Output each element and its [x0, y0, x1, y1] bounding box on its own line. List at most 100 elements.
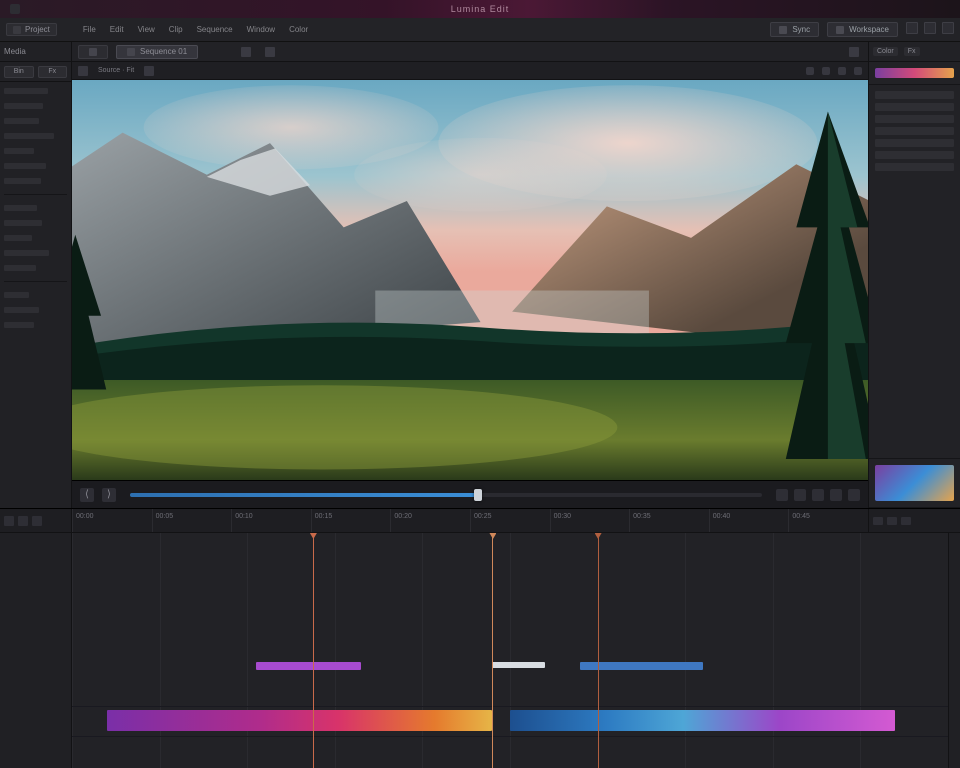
look-gradient[interactable] — [875, 68, 954, 78]
scrub-handle[interactable] — [474, 489, 482, 501]
prev-frame-button[interactable] — [776, 489, 788, 501]
close-icon[interactable] — [942, 22, 954, 34]
slider-tint[interactable] — [875, 139, 954, 147]
menu-color[interactable]: Color — [289, 25, 308, 34]
title-bar[interactable]: Lumina Edit — [0, 0, 960, 18]
list-item[interactable] — [4, 233, 67, 243]
sync-button[interactable]: Sync — [770, 22, 819, 37]
menu-clip[interactable]: Clip — [169, 25, 183, 34]
media-panel-title: Media — [4, 47, 26, 56]
menu-edit[interactable]: Edit — [110, 25, 124, 34]
workspace-button[interactable]: Workspace — [827, 22, 898, 37]
slider-shadows[interactable] — [875, 163, 954, 171]
project-tab[interactable]: Project — [6, 23, 57, 36]
viewer-mode-icon[interactable] — [78, 66, 88, 76]
list-item[interactable] — [4, 203, 67, 213]
clip-video-1[interactable] — [107, 710, 492, 731]
menu-window[interactable]: Window — [247, 25, 275, 34]
out-icon: ⟩ — [107, 489, 111, 500]
minimize-icon[interactable] — [906, 22, 918, 34]
timeline-tools — [0, 509, 72, 532]
media-tab-fx[interactable]: Fx — [38, 66, 68, 78]
slider-saturation[interactable] — [875, 115, 954, 123]
select-tool-icon[interactable] — [4, 516, 14, 526]
grid-icon[interactable] — [854, 67, 862, 75]
list-item[interactable] — [4, 305, 67, 315]
inspector-tab-color[interactable]: Color — [873, 47, 898, 56]
tool-icon — [241, 47, 251, 57]
list-item[interactable] — [4, 116, 67, 126]
viewer-mode-label: Source · Fit — [98, 67, 134, 74]
program-monitor[interactable] — [72, 80, 868, 480]
snap-icon[interactable] — [873, 517, 883, 525]
marker[interactable] — [492, 533, 493, 768]
maximize-icon[interactable] — [924, 22, 936, 34]
menu-sequence[interactable]: Sequence — [197, 25, 233, 34]
viewer-tool-3[interactable] — [846, 45, 862, 59]
settings-icon[interactable] — [806, 67, 814, 75]
viewer-tab-source[interactable] — [78, 45, 108, 59]
marker[interactable] — [598, 533, 599, 768]
list-item[interactable] — [4, 320, 67, 330]
ruler-label: 00:05 — [156, 513, 174, 520]
list-item[interactable] — [4, 101, 67, 111]
menu-file[interactable]: File — [83, 25, 96, 34]
list-item[interactable] — [4, 176, 67, 186]
mark-out-button[interactable]: ⟩ — [102, 488, 116, 502]
inspector-panel: Color Fx — [868, 42, 960, 508]
mark-in-button[interactable]: ⟨ — [80, 488, 94, 502]
list-item[interactable] — [4, 290, 67, 300]
list-item[interactable] — [4, 131, 67, 141]
ruler-label: 00:25 — [474, 513, 492, 520]
next-frame-button[interactable] — [812, 489, 824, 501]
zoom-icon[interactable] — [901, 517, 911, 525]
marker-button[interactable] — [848, 489, 860, 501]
slider-exposure[interactable] — [875, 91, 954, 99]
scrub-bar[interactable] — [130, 493, 762, 497]
slip-tool-icon[interactable] — [32, 516, 42, 526]
viewer-tool-1[interactable] — [238, 45, 254, 59]
safe-icon[interactable] — [838, 67, 846, 75]
tool-icon — [265, 47, 275, 57]
list-item[interactable] — [4, 248, 67, 258]
viewer-tool-2[interactable] — [262, 45, 278, 59]
list-item[interactable] — [4, 146, 67, 156]
list-item[interactable] — [4, 86, 67, 96]
scrub-progress — [130, 493, 478, 497]
slider-contrast[interactable] — [875, 103, 954, 111]
media-list[interactable] — [0, 82, 71, 508]
menu-view[interactable]: View — [138, 25, 155, 34]
track-headers[interactable] — [0, 533, 72, 768]
clip-overlay-2[interactable] — [492, 662, 545, 668]
list-item[interactable] — [4, 263, 67, 273]
media-tab-bin[interactable]: Bin — [4, 66, 34, 78]
workspace-label: Workspace — [849, 25, 889, 34]
list-item[interactable] — [4, 161, 67, 171]
slider-temp[interactable] — [875, 127, 954, 135]
timeline-ruler[interactable]: 00:00 00:05 00:10 00:15 00:20 00:25 00:3… — [72, 509, 868, 532]
loop-button[interactable] — [830, 489, 842, 501]
media-panel-header[interactable]: Media — [0, 42, 71, 62]
clip-overlay-1[interactable] — [256, 662, 361, 670]
workspace-icon — [836, 26, 844, 34]
playhead[interactable] — [313, 533, 314, 768]
viewer-toolbar: Source · Fit — [72, 62, 868, 80]
timeline-panel: 00:00 00:05 00:10 00:15 00:20 00:25 00:3… — [0, 508, 960, 768]
ruler-label: 00:45 — [792, 513, 810, 520]
viewer-zoom-icon[interactable] — [144, 66, 154, 76]
in-icon: ⟨ — [85, 489, 89, 500]
slider-highlights[interactable] — [875, 151, 954, 159]
tool-icon — [849, 47, 859, 57]
timeline-tracks[interactable] — [72, 533, 948, 768]
workspace: Media Bin Fx — [0, 42, 960, 508]
viewer-tab-sequence[interactable]: Sequence 01 — [116, 45, 198, 59]
overlay-icon[interactable] — [822, 67, 830, 75]
link-icon[interactable] — [887, 517, 897, 525]
list-item[interactable] — [4, 218, 67, 228]
timeline-right-controls — [868, 509, 960, 532]
play-button[interactable] — [794, 489, 806, 501]
clip-video-2[interactable] — [510, 710, 895, 731]
blade-tool-icon[interactable] — [18, 516, 28, 526]
media-panel: Media Bin Fx — [0, 42, 72, 508]
inspector-tab-fx[interactable]: Fx — [904, 47, 920, 56]
